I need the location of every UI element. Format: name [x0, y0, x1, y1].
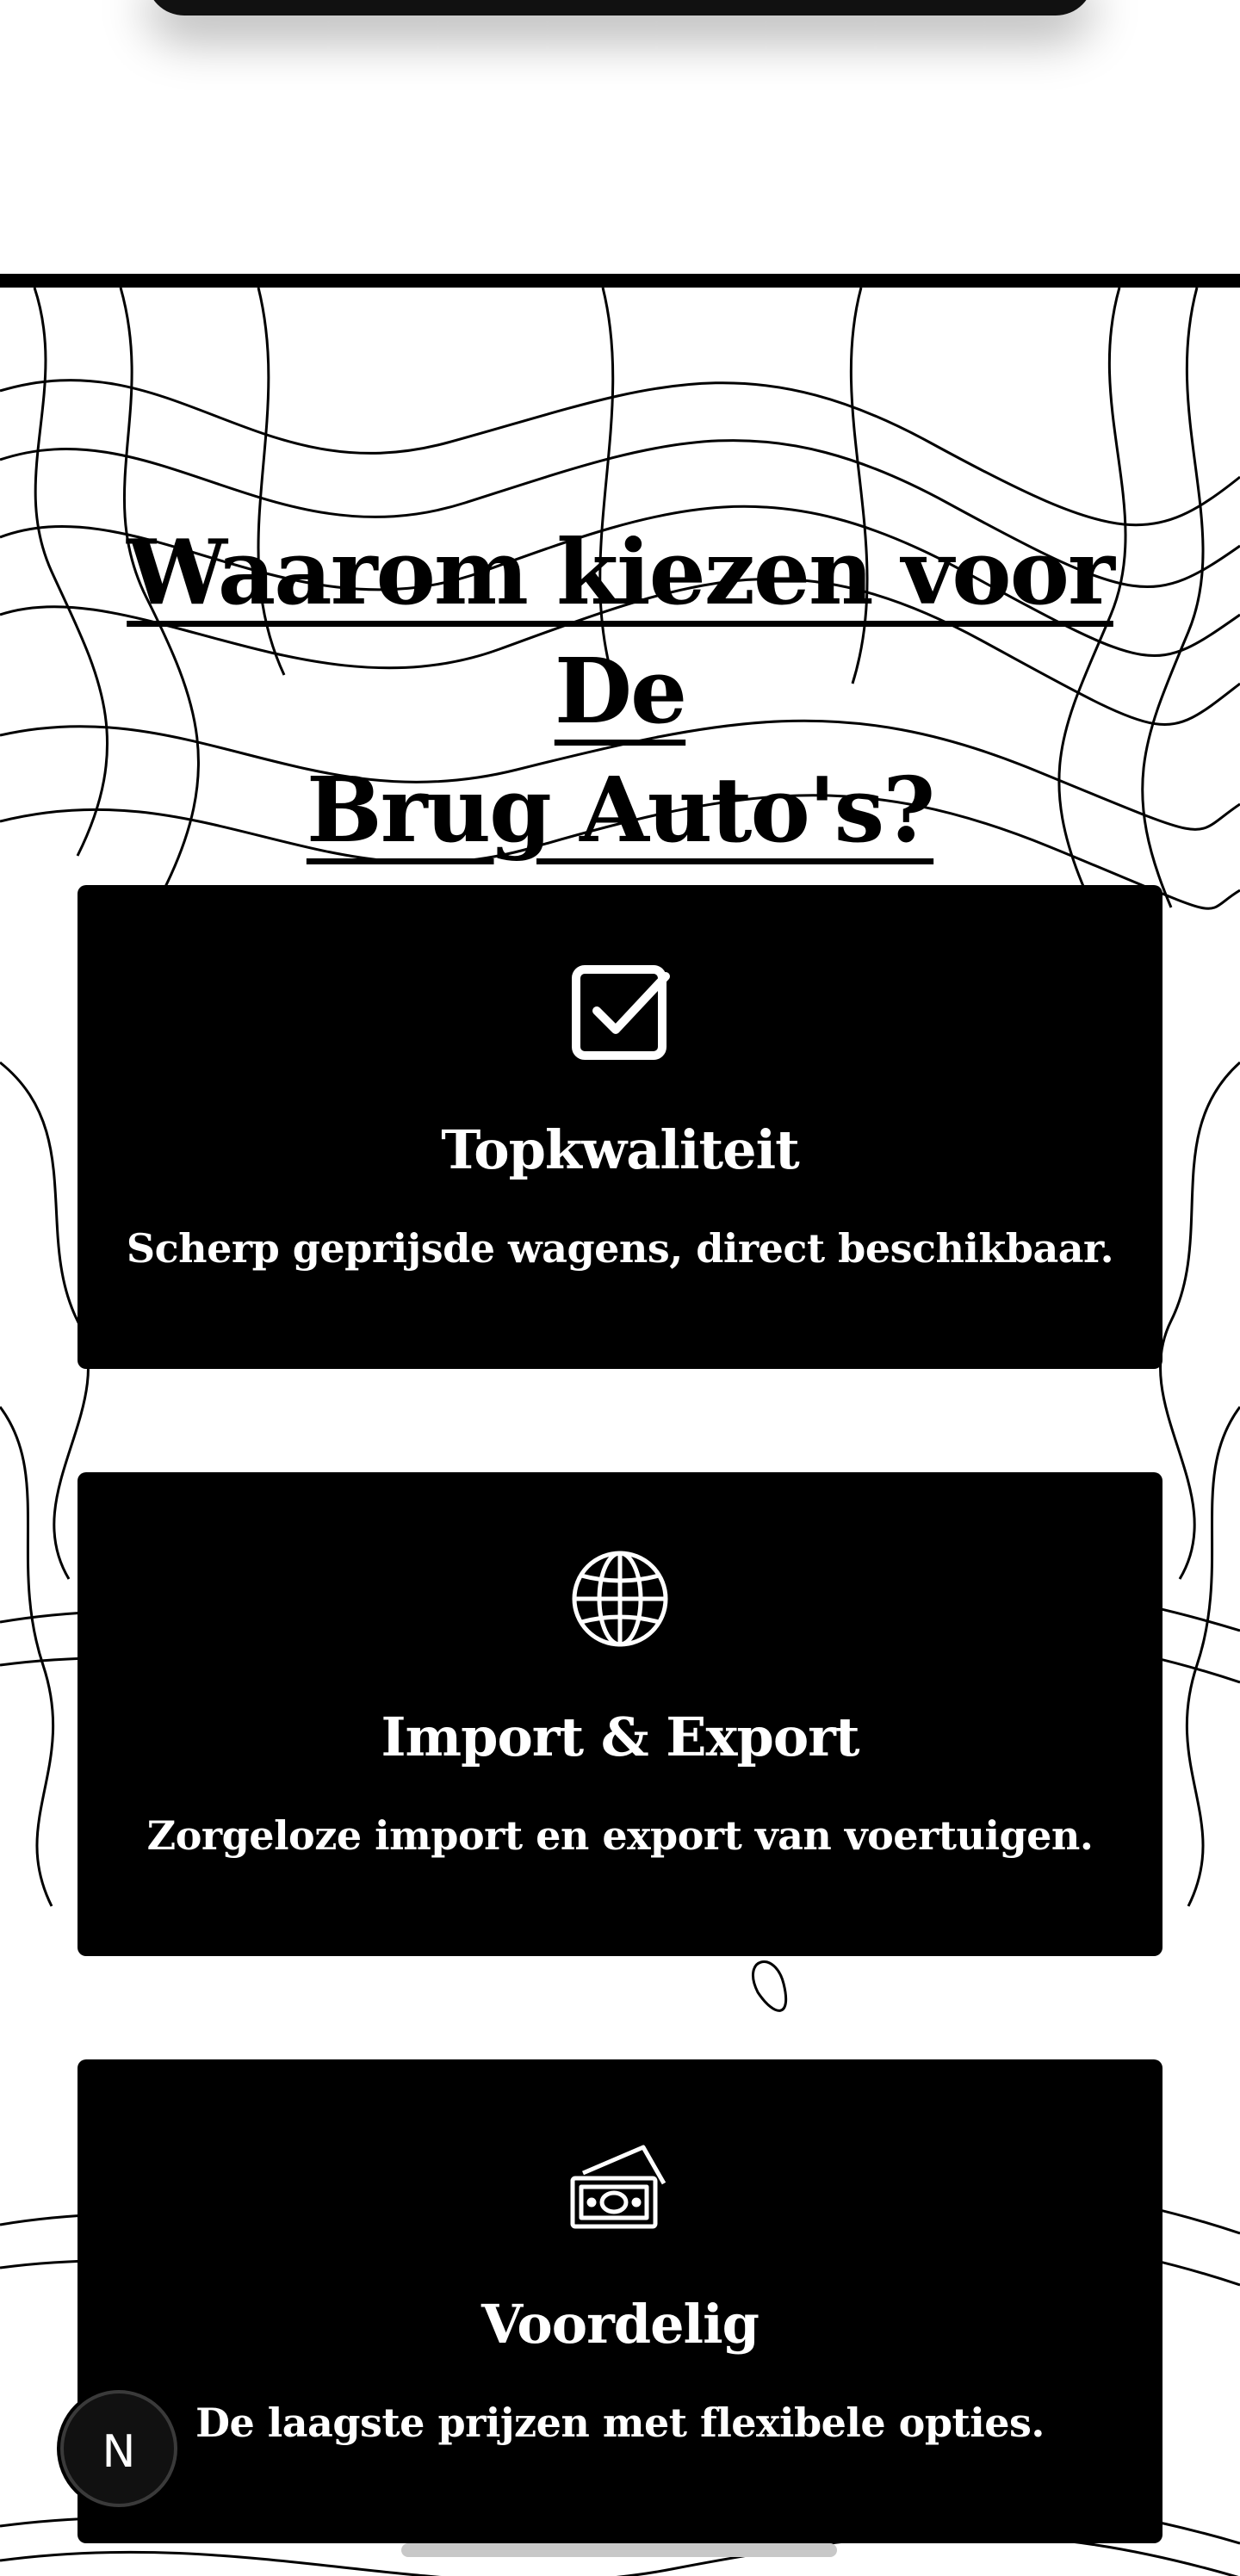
feature-title: Topkwaliteit	[441, 1118, 800, 1181]
money-icon	[570, 2145, 666, 2229]
feature-description: Zorgeloze import en export van voertuige…	[146, 1812, 1094, 1859]
home-indicator	[401, 2543, 837, 2557]
heading-line-1: Waarom kiezen voor De	[127, 519, 1115, 744]
nextjs-dev-button[interactable]: N	[60, 2390, 177, 2507]
feature-card-quality: Topkwaliteit Scherp geprijsde wagens, di…	[78, 885, 1162, 1369]
feature-description: Scherp geprijsde wagens, direct beschikb…	[126, 1225, 1114, 1272]
section-heading: Waarom kiezen voor De Brug Auto's?	[103, 513, 1137, 870]
checkbox-check-icon	[572, 965, 670, 1060]
why-choose-section: Waarom kiezen voor De Brug Auto's? Topkw…	[0, 274, 1240, 2576]
feature-card-affordable: Voordelig De laagste prijzen met flexibe…	[78, 2059, 1162, 2543]
globe-icon	[572, 1551, 668, 1647]
top-floating-element	[146, 0, 1094, 15]
feature-card-import-export: Import & Export Zorgeloze import en expo…	[78, 1472, 1162, 1956]
feature-description: De laagste prijzen met flexibele opties.	[195, 2400, 1045, 2446]
heading-line-2: Brug Auto's?	[306, 757, 935, 863]
feature-title: Import & Export	[381, 1706, 860, 1768]
feature-title: Voordelig	[480, 2293, 760, 2356]
